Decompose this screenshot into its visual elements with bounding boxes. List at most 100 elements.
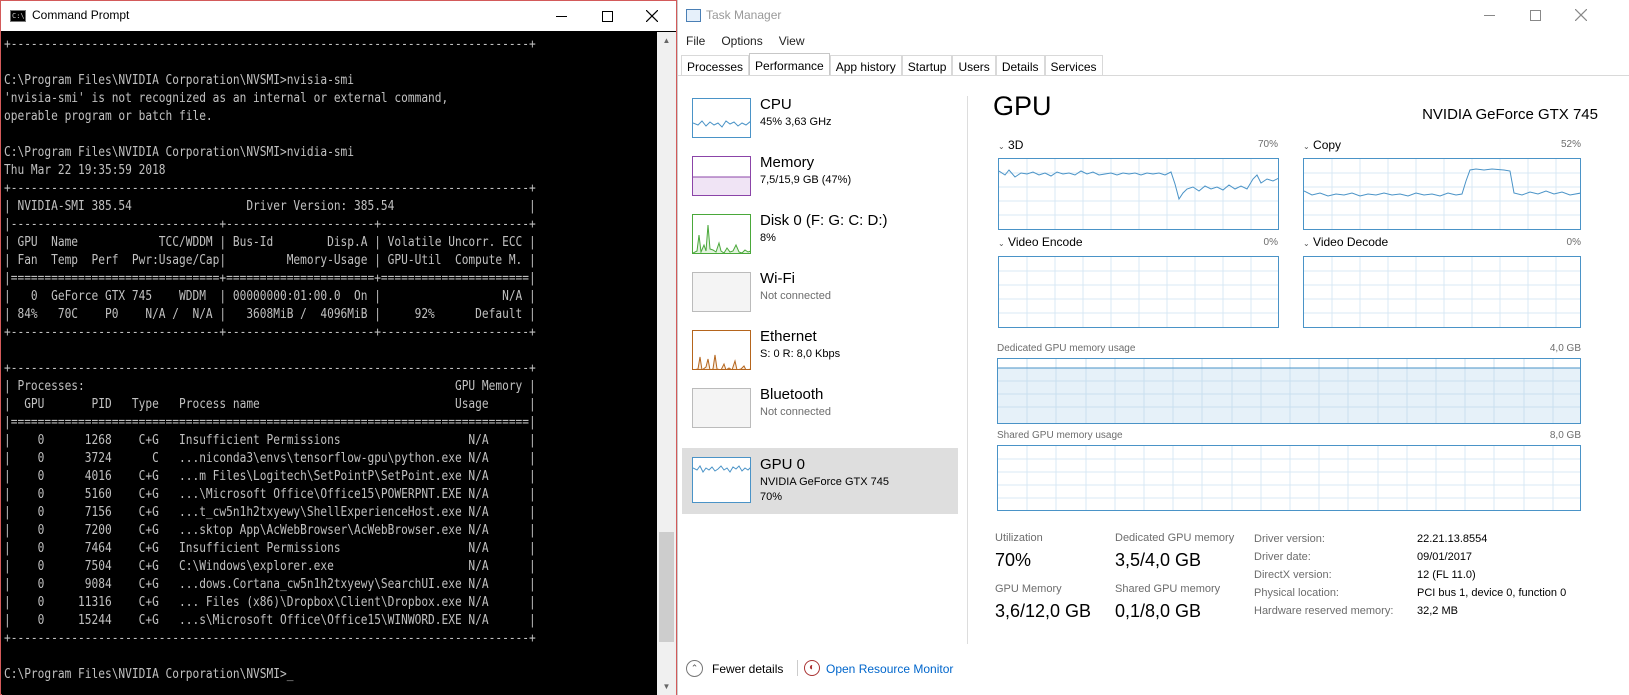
cmd-vertical-scrollbar[interactable]: ▲ ▼ [657, 32, 676, 695]
chevron-up-icon[interactable]: ⌃ [686, 660, 703, 677]
menu-file[interactable]: File [678, 31, 713, 51]
perf-pane-divider [967, 96, 968, 644]
tm-window-title: Task Manager [706, 8, 782, 22]
graph-copy-selector[interactable]: ⌄ Copy [1303, 138, 1341, 152]
tm-close-button[interactable] [1558, 0, 1604, 30]
scroll-up-arrow-icon[interactable]: ▲ [657, 32, 676, 49]
scrollbar-thumb[interactable] [659, 532, 674, 642]
tm-maximize-button[interactable] [1512, 0, 1558, 30]
perf-item-sub: 45% 3,63 GHz [760, 116, 832, 128]
task-manager-app-icon [686, 9, 701, 22]
graph-3d-selector[interactable]: ⌄ 3D [998, 138, 1023, 152]
footer-separator [797, 660, 798, 676]
perf-item-sub: S: 0 R: 8,0 Kbps [760, 348, 841, 360]
task-manager-window[interactable]: Task Manager File Options View Processes… [677, 0, 1629, 695]
gpu-memory-value: 3,6/12,0 GB [995, 601, 1092, 621]
console-line: +---------------------------------------… [4, 181, 536, 196]
dedicated-memory-value: 3,5/4,0 GB [1115, 550, 1202, 570]
graph-3d [998, 158, 1279, 230]
console-line: | 0 GeForce GTX 745 WDDM | 00000000:01:0… [4, 289, 536, 304]
tm-titlebar[interactable]: Task Manager [678, 0, 1629, 30]
console-line: C:\Program Files\NVIDIA Corporation\NVSM… [4, 145, 355, 160]
console-line: +---------------------------------------… [4, 361, 536, 376]
console-line: +-------------------------------+-------… [4, 325, 536, 340]
open-resource-monitor-link[interactable]: Open Resource Monitor [826, 662, 953, 676]
info-label-physical-location: Physical location: [1254, 587, 1339, 599]
tab-startup[interactable]: Startup [901, 55, 953, 76]
perf-item-name: Wi-Fi [760, 270, 795, 287]
chevron-down-icon: ⌄ [998, 239, 1005, 248]
dedicated-memory-graph-label: Dedicated GPU memory usage [997, 343, 1136, 354]
cmd-console-area[interactable]: +---------------------------------------… [2, 32, 657, 695]
cpu-mini-graph [692, 98, 751, 138]
cmd-close-button[interactable] [629, 1, 675, 31]
graph-decode-max: 0% [1566, 237, 1581, 248]
cmd-minimize-button[interactable] [538, 1, 584, 31]
tab-app-history[interactable]: App history [829, 55, 902, 76]
graph-decode-label: Video Decode [1313, 235, 1389, 249]
tab-details[interactable]: Details [995, 55, 1045, 76]
maximize-icon [601, 10, 613, 22]
perf-item-bluetooth[interactable]: Bluetooth Not connected [682, 382, 958, 444]
tab-users[interactable]: Users [952, 55, 996, 76]
bluetooth-mini-graph [692, 388, 751, 428]
menu-view[interactable]: View [771, 31, 813, 51]
console-line: | 0 7200 C+G ...sktop App\AcWebBrowser\A… [4, 523, 536, 538]
graph-copy-max: 52% [1560, 139, 1581, 150]
cmd-maximize-button[interactable] [584, 1, 630, 31]
console-line: | NVIDIA-SMI 385.54 Driver Version: 385.… [4, 199, 536, 214]
graph-3d-max: 70% [1257, 139, 1278, 150]
perf-item-name: CPU [760, 96, 792, 113]
dedicated-memory-label: Dedicated GPU memory [1115, 532, 1235, 544]
perf-item-gpu-0[interactable]: GPU 0 NVIDIA GeForce GTX 745 70% [682, 448, 958, 514]
resource-monitor-icon[interactable]: ◐ [804, 660, 820, 676]
tab-processes[interactable]: Processes [681, 55, 750, 76]
graph-encode-label: Video Encode [1008, 235, 1083, 249]
perf-item-wifi[interactable]: Wi-Fi Not connected [682, 266, 958, 328]
console-line: C:\Program Files\NVIDIA Corporation\NVSM… [4, 73, 355, 88]
graph-decode-selector[interactable]: ⌄ Video Decode [1303, 235, 1388, 249]
console-line: | 84% 70C P0 N/A / N/A | 3608MiB / 4096M… [4, 307, 536, 322]
perf-item-memory[interactable]: Memory 7,5/15,9 GB (47%) [682, 150, 958, 212]
console-line: |===============================+=======… [4, 271, 536, 286]
info-label-driver-date: Driver date: [1254, 551, 1311, 563]
perf-item-disk-0[interactable]: Disk 0 (F: G: C: D:) 8% [682, 208, 958, 270]
console-line: | 0 7464 C+G Insufficient Permissions N/… [4, 541, 536, 556]
perf-item-name: Bluetooth [760, 386, 824, 403]
gpu-mini-graph [692, 457, 751, 503]
info-value-hw-reserved-memory: 32,2 MB [1417, 605, 1458, 617]
graph-copy-label: Copy [1313, 138, 1342, 152]
gpu-model-name: NVIDIA GeForce GTX 745 [1422, 106, 1598, 123]
perf-item-cpu[interactable]: CPU 45% 3,63 GHz [682, 92, 958, 154]
graph-encode-selector[interactable]: ⌄ Video Encode [998, 235, 1083, 249]
perf-item-sub: NVIDIA GeForce GTX 745 [760, 476, 889, 488]
perf-item-sub: 8% [760, 232, 776, 244]
graph-3d-label: 3D [1008, 138, 1024, 152]
console-line: +---------------------------------------… [4, 37, 536, 52]
tm-tab-strip: Processes Performance App history Startu… [681, 53, 1103, 76]
info-value-directx-version: 12 (FL 11.0) [1417, 569, 1476, 581]
fewer-details-button[interactable]: Fewer details [712, 662, 783, 676]
info-value-driver-version: 22.21.13.8554 [1417, 533, 1488, 545]
chevron-down-icon: ⌄ [998, 142, 1005, 151]
scroll-down-arrow-icon[interactable]: ▼ [657, 678, 676, 695]
gpu-memory-label: GPU Memory [995, 583, 1062, 595]
tm-minimize-button[interactable] [1466, 0, 1512, 30]
perf-item-ethernet[interactable]: Ethernet S: 0 R: 8,0 Kbps [682, 324, 958, 386]
perf-item-name: Ethernet [760, 328, 817, 345]
dedicated-memory-graph-max: 4,0 GB [1549, 343, 1581, 354]
cmd-window-title: Command Prompt [32, 8, 130, 22]
memory-mini-graph [692, 156, 751, 196]
tab-services[interactable]: Services [1044, 55, 1103, 76]
console-line: | GPU PID Type Process name Usage | [4, 397, 536, 412]
tab-performance[interactable]: Performance [749, 53, 830, 76]
cmd-titlebar[interactable]: C:\ Command Prompt [1, 1, 676, 31]
shared-memory-graph-label: Shared GPU memory usage [997, 430, 1123, 441]
console-line: | 0 3724 C ...niconda3\envs\tensorflow-g… [4, 451, 536, 466]
command-prompt-window[interactable]: C:\ Command Prompt +--------------------… [0, 0, 677, 695]
menu-options[interactable]: Options [713, 31, 770, 51]
